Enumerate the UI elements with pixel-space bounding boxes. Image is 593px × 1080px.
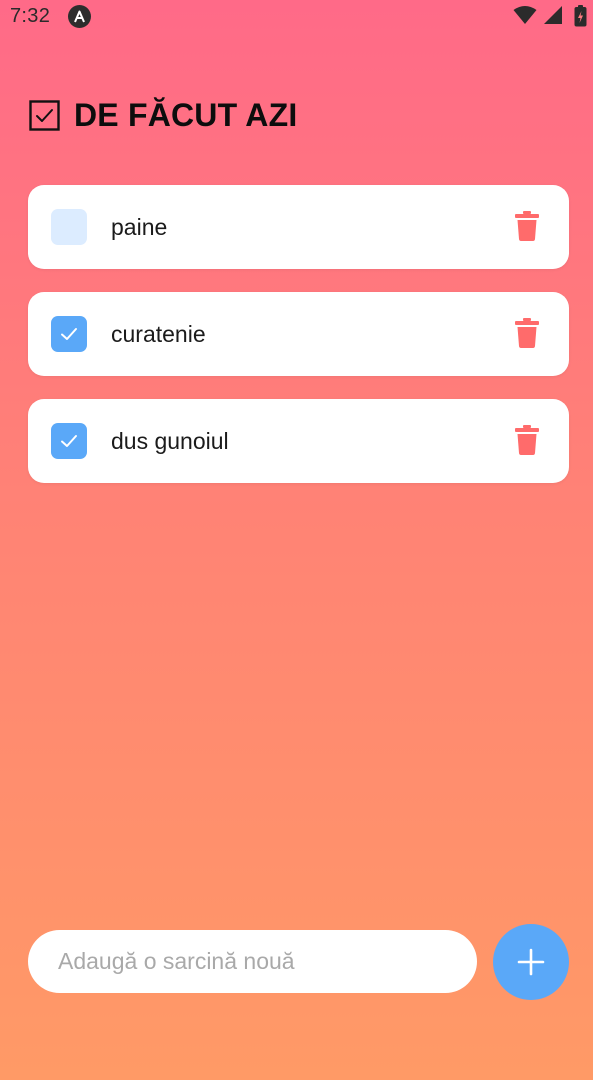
task-label: paine	[111, 214, 168, 240]
trash-icon[interactable]	[515, 318, 539, 348]
task-checkbox[interactable]	[51, 209, 87, 245]
trash-icon[interactable]	[515, 425, 539, 455]
task-checkbox[interactable]	[51, 316, 87, 352]
task-list: paine curatenie dus gunoiul	[28, 185, 569, 506]
status-time: 7:32	[10, 5, 51, 27]
task-item: curatenie	[28, 292, 569, 376]
new-task-input[interactable]	[28, 930, 477, 993]
task-item: paine	[28, 185, 569, 269]
page-title: DE FĂCUT AZI	[74, 97, 298, 133]
task-label: curatenie	[111, 321, 206, 347]
battery-icon	[574, 5, 587, 32]
task-item: dus gunoiul	[28, 399, 569, 483]
task-label: dus gunoiul	[111, 428, 229, 454]
add-task-button[interactable]	[493, 924, 569, 1000]
task-checkbox[interactable]	[51, 423, 87, 459]
status-bar: 7:32	[0, 0, 593, 34]
signal-icon	[543, 5, 563, 30]
checkbox-icon	[29, 100, 60, 131]
wifi-icon	[513, 5, 537, 30]
trash-icon[interactable]	[515, 211, 539, 241]
plus-icon	[517, 948, 545, 976]
app-notification-icon	[68, 5, 91, 28]
